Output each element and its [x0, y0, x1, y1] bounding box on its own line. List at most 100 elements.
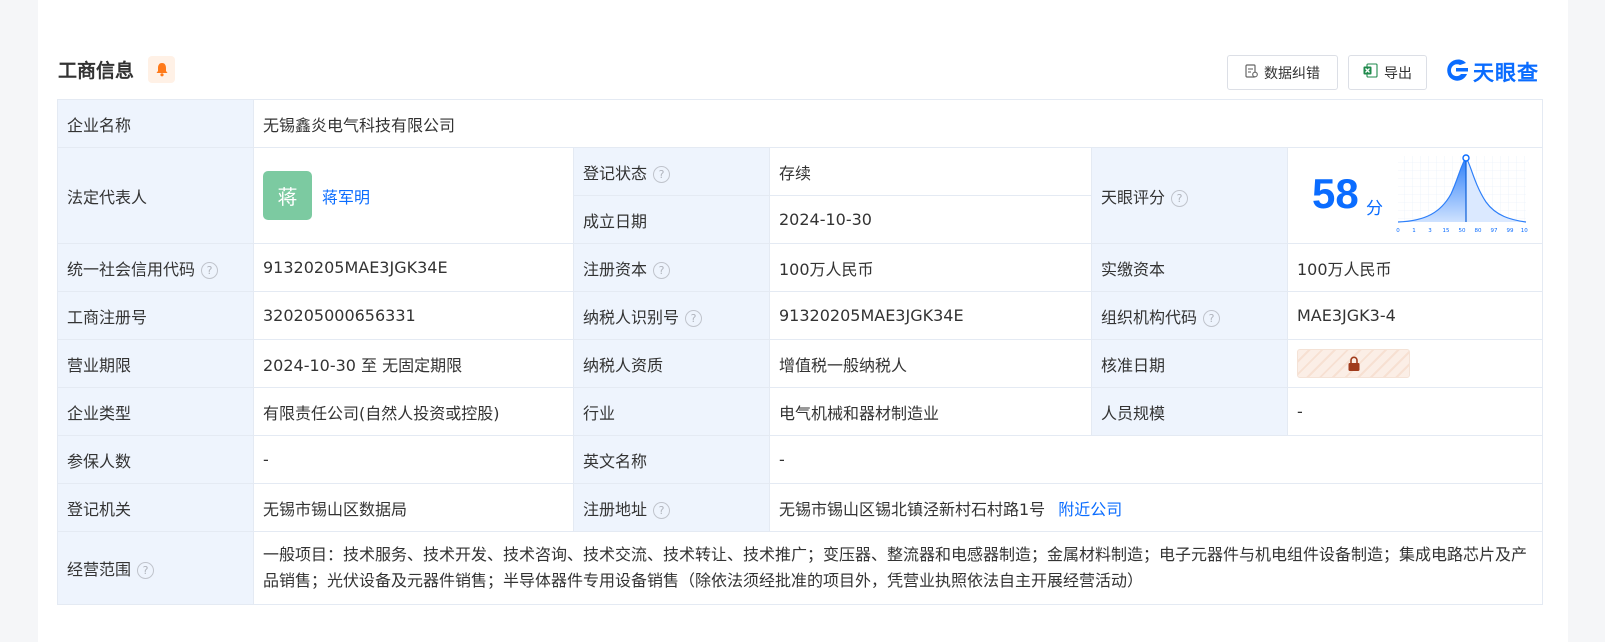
bell-icon[interactable]	[148, 56, 175, 83]
address-cell: 无锡市锡山区锡北镇泾新村石村路1号 附近公司	[769, 483, 1543, 532]
address-label-cell: 注册地址?	[573, 483, 770, 532]
locked-value[interactable]	[1297, 349, 1410, 378]
question-icon[interactable]: ?	[1171, 189, 1189, 207]
excel-icon	[1363, 63, 1378, 82]
section-header: 工商信息 数据纠错 导出 天眼查	[58, 52, 1548, 92]
staff-size-value: -	[1287, 387, 1543, 436]
reg-capital-value: 100万人民币	[769, 243, 1092, 292]
score-cell[interactable]: 58 分 0 1 3 15 50 80 97 99 10	[1287, 147, 1543, 244]
insured-value: -	[253, 435, 574, 484]
english-name-value: -	[769, 435, 1543, 484]
tianyancha-logo-icon	[1444, 57, 1470, 87]
table-row: 统一社会信用代码? 91320205MAE3JGK34E 注册资本? 100万人…	[57, 243, 1543, 292]
question-icon[interactable]: ?	[653, 165, 671, 183]
tianyancha-logo: 天眼查	[1444, 54, 1539, 90]
data-correction-button[interactable]: 数据纠错	[1227, 55, 1338, 90]
term-label: 营业期限	[57, 339, 254, 388]
established-label: 成立日期	[573, 195, 770, 244]
taxpayer-id-label: 纳税人识别号	[583, 307, 680, 327]
org-code-value: MAE3JGK3-4	[1287, 291, 1543, 340]
address-value: 无锡市锡山区锡北镇泾新村石村路1号	[779, 499, 1046, 519]
english-name-label: 英文名称	[573, 435, 770, 484]
taxpayer-type-value: 增值税一般纳税人	[769, 339, 1092, 388]
credit-code-value: 91320205MAE3JGK34E	[253, 243, 574, 292]
table-row: 经营范围? 一般项目：技术服务、技术开发、技术咨询、技术交流、技术转让、技术推广…	[57, 531, 1543, 605]
org-code-label: 组织机构代码	[1101, 307, 1198, 327]
taxpayer-id-value: 91320205MAE3JGK34E	[769, 291, 1092, 340]
score-axis-tick: 0	[1396, 228, 1400, 234]
export-label: 导出	[1384, 65, 1412, 82]
reg-capital-label: 注册资本	[583, 259, 648, 279]
taxpayer-type-label: 纳税人资质	[573, 339, 770, 388]
scope-value: 一般项目：技术服务、技术开发、技术咨询、技术交流、技术转让、技术推广；变压器、整…	[253, 531, 1543, 605]
score-value: 58	[1312, 170, 1359, 217]
scope-label-cell: 经营范围?	[57, 531, 254, 605]
table-row: 登记机关 无锡市锡山区数据局 注册地址? 无锡市锡山区锡北镇泾新村石村路1号 附…	[57, 483, 1543, 532]
legal-rep-label: 法定代表人	[57, 147, 254, 244]
paid-capital-value: 100万人民币	[1287, 243, 1543, 292]
reg-status-value: 存续	[769, 147, 1092, 196]
score-label-cell: 天眼评分?	[1091, 147, 1288, 244]
reg-no-label: 工商注册号	[57, 291, 254, 340]
table-row: 工商注册号 320205000656331 纳税人识别号? 91320205MA…	[57, 291, 1543, 340]
staff-size-label: 人员规模	[1091, 387, 1288, 436]
question-icon[interactable]: ?	[653, 501, 671, 519]
reg-status-label-cell: 登记状态?	[573, 147, 770, 196]
logo-text: 天眼查	[1473, 61, 1539, 85]
scope-label: 经营范围	[67, 560, 132, 579]
business-info-card: 工商信息 数据纠错 导出 天眼查 企业名称 无锡鑫炎电气科技有限公司 法定代表人…	[38, 0, 1568, 642]
taxpayer-id-label-cell: 纳税人识别号?	[573, 291, 770, 340]
score-axis-tick: 3	[1428, 228, 1432, 234]
insured-label: 参保人数	[57, 435, 254, 484]
avatar[interactable]: 蒋	[263, 171, 312, 220]
score-axis-tick: 99	[1507, 228, 1514, 234]
export-button[interactable]: 导出	[1348, 55, 1427, 90]
legal-rep-link[interactable]: 蒋军明	[322, 188, 370, 207]
industry-label: 行业	[573, 387, 770, 436]
approval-date-cell	[1287, 339, 1543, 388]
company-type-value: 有限责任公司(自然人投资或控股)	[253, 387, 574, 436]
score-axis-tick: 80	[1475, 228, 1482, 234]
data-correction-label: 数据纠错	[1264, 65, 1320, 82]
lock-icon	[1348, 355, 1359, 371]
question-icon[interactable]: ?	[685, 309, 703, 327]
table-row: 企业类型 有限责任公司(自然人投资或控股) 行业 电气机械和器材制造业 人员规模…	[57, 387, 1543, 436]
table-row: 企业名称 无锡鑫炎电气科技有限公司	[57, 99, 1543, 148]
score-label: 天眼评分	[1101, 187, 1166, 207]
question-icon[interactable]: ?	[1203, 309, 1221, 327]
business-info-table: 企业名称 无锡鑫炎电气科技有限公司 法定代表人 蒋蒋军明 登记状态? 存续 天眼…	[57, 99, 1543, 605]
industry-value: 电气机械和器材制造业	[769, 387, 1092, 436]
score-axis-tick: 100	[1521, 228, 1528, 234]
question-icon[interactable]: ?	[201, 261, 219, 279]
company-name-value: 无锡鑫炎电气科技有限公司	[253, 99, 1543, 148]
score-axis-tick: 97	[1491, 228, 1498, 234]
score-distribution-chart: 0 1 3 15 50 80 97 99 100	[1396, 154, 1528, 234]
table-row: 参保人数 - 英文名称 -	[57, 435, 1543, 484]
credit-code-label-cell: 统一社会信用代码?	[57, 243, 254, 292]
address-label: 注册地址	[583, 499, 648, 519]
company-type-label: 企业类型	[57, 387, 254, 436]
authority-label: 登记机关	[57, 483, 254, 532]
authority-value: 无锡市锡山区数据局	[253, 483, 574, 532]
reg-capital-label-cell: 注册资本?	[573, 243, 770, 292]
table-row: 营业期限 2024-10-30 至 无固定期限 纳税人资质 增值税一般纳税人 核…	[57, 339, 1543, 388]
nearby-companies-link[interactable]: 附近公司	[1058, 500, 1122, 519]
legal-rep-cell: 蒋蒋军明	[253, 147, 574, 244]
org-code-label-cell: 组织机构代码?	[1091, 291, 1288, 340]
score-axis-tick: 50	[1459, 228, 1466, 234]
established-value: 2024-10-30	[769, 195, 1092, 244]
company-name-label: 企业名称	[57, 99, 254, 148]
paid-capital-label: 实缴资本	[1091, 243, 1288, 292]
term-value: 2024-10-30 至 无固定期限	[253, 339, 574, 388]
score-unit: 分	[1366, 199, 1383, 219]
table-row: 法定代表人 蒋蒋军明 登记状态? 存续 天眼评分? 58 分 0 1 3 15 …	[57, 147, 1543, 244]
approval-date-label: 核准日期	[1091, 339, 1288, 388]
document-icon	[1245, 63, 1258, 82]
question-icon[interactable]: ?	[653, 261, 671, 279]
credit-code-label: 统一社会信用代码	[67, 259, 196, 279]
score-axis-tick: 15	[1443, 228, 1450, 234]
section-title: 工商信息	[58, 60, 135, 82]
reg-no-value: 320205000656331	[253, 291, 574, 340]
score-axis-tick: 1	[1412, 228, 1416, 234]
question-icon[interactable]: ?	[137, 562, 155, 579]
